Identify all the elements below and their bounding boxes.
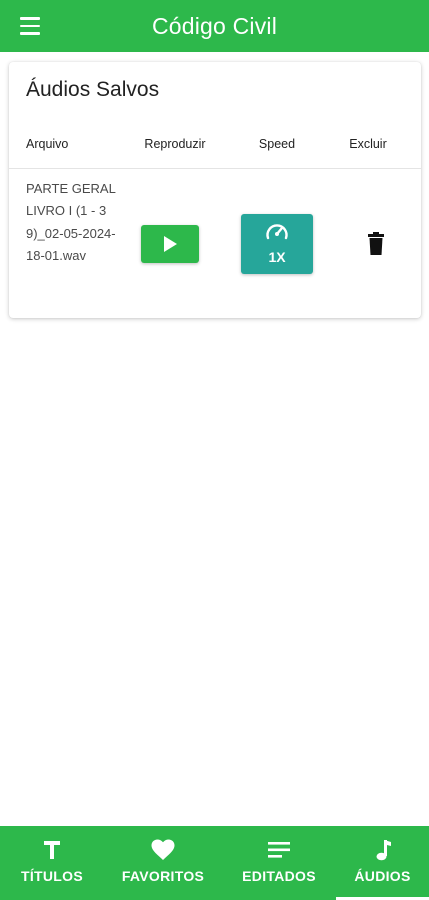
nav-label: FAVORITOS [121,868,205,884]
column-header-speed: Speed [258,137,296,151]
nav-item-titulos[interactable]: TÍTULOS [0,826,104,900]
hamburger-menu-icon[interactable] [18,16,42,36]
app-title: Código Civil [151,12,278,39]
speed-button[interactable]: 1X [241,214,313,274]
play-icon [164,236,177,252]
column-header-play: Reproduzir [144,137,206,151]
lines-icon [268,838,290,862]
column-header-delete: Excluir [349,137,387,151]
nav-item-audios[interactable]: ÁUDIOS [336,826,429,900]
saved-audios-card: Áudios Salvos Arquivo Reproduzir Speed E… [9,62,421,318]
nav-item-favoritos[interactable]: FAVORITOS [104,826,222,900]
nav-label: EDITADOS [242,868,316,884]
nav-label: ÁUDIOS [354,868,411,884]
speedometer-icon [266,224,288,240]
audio-file-name: PARTE GERAL LIVRO I (1 - 39)_02-05-2024-… [26,181,116,264]
nav-item-editados[interactable]: EDITADOS [222,826,336,900]
column-header-file: Arquivo [26,137,69,151]
app-root: Código Civil Áudios Salvos Arquivo Repro… [0,0,429,900]
top-app-bar: Código Civil [0,0,429,52]
trash-icon [368,232,384,255]
delete-button[interactable] [365,232,387,256]
speed-value: 1X [268,249,286,265]
play-button[interactable] [141,225,199,263]
bottom-navigation: TÍTULOS FAVORITOS EDITADOS ÁUDIOS [0,826,429,900]
music-note-icon [375,838,391,862]
card-title: Áudios Salvos [26,78,160,101]
title-t-icon [43,838,61,862]
heart-icon [151,838,175,862]
header-divider [9,168,421,169]
nav-label: TÍTULOS [21,868,83,884]
